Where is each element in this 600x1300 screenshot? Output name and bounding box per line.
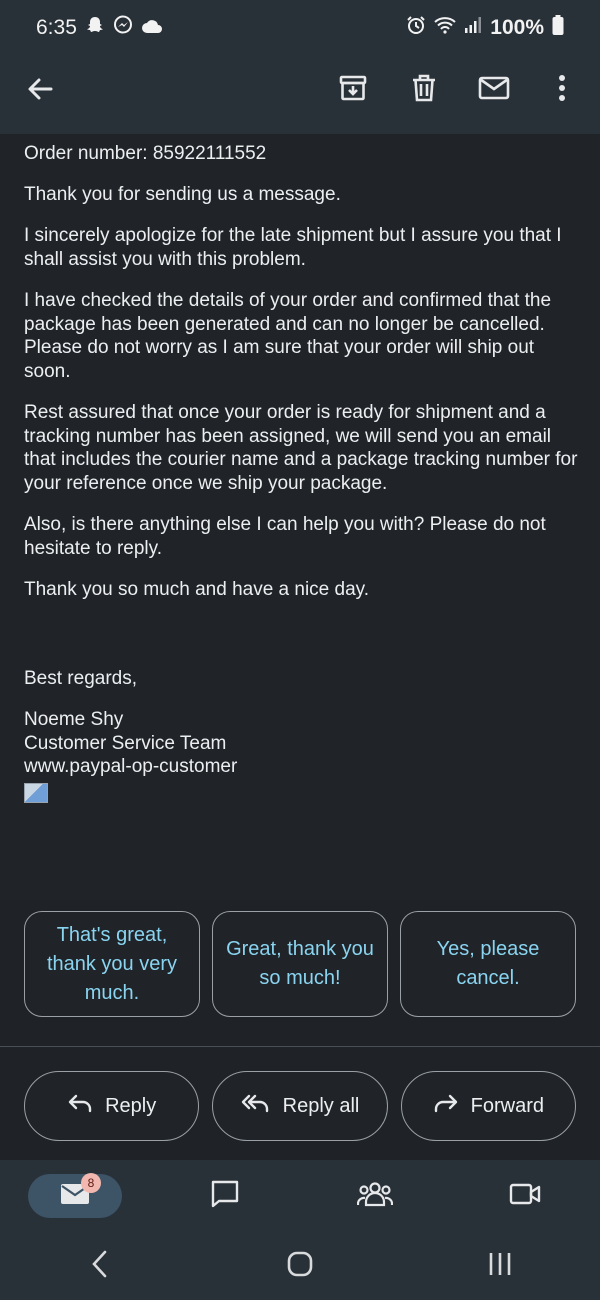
nav-spaces[interactable] — [328, 1174, 422, 1218]
snapchat-icon — [85, 15, 105, 41]
signature: Noeme Shy Customer Service Team www.payp… — [24, 708, 578, 803]
nav-meet[interactable] — [478, 1174, 572, 1218]
reply-icon — [67, 1093, 93, 1119]
broken-image-icon — [24, 782, 48, 803]
archive-icon[interactable] — [336, 71, 370, 105]
reply-all-icon — [241, 1093, 271, 1119]
cloud-icon — [141, 16, 163, 40]
signature-name: Noeme Shy — [24, 709, 124, 730]
email-toolbar — [0, 56, 600, 134]
unread-badge: 8 — [81, 1173, 101, 1193]
signature-link[interactable]: www.paypal-op-customer — [24, 755, 578, 779]
email-body: Order number: 85922111552 Thank you for … — [0, 134, 600, 900]
body-paragraph: I sincerely apologize for the late shipm… — [24, 225, 562, 270]
body-paragraph: Rest assured that once your order is rea… — [24, 402, 578, 494]
home-button[interactable] — [270, 1242, 330, 1290]
body-paragraph: I have checked the details of your order… — [24, 290, 552, 382]
forward-label: Forward — [470, 1094, 544, 1117]
home-icon — [287, 1251, 313, 1282]
smart-reply-chip[interactable]: Great, thank you so much! — [212, 911, 388, 1017]
divider — [0, 1046, 600, 1047]
meet-icon — [509, 1182, 541, 1211]
smart-replies: That's great, thank you very much. Great… — [0, 911, 600, 1017]
clock: 6:35 — [36, 16, 77, 39]
forward-button[interactable]: Forward — [400, 1071, 576, 1141]
spaces-icon — [356, 1181, 394, 1212]
body-paragraph: Thank you for sending us a message. — [24, 183, 341, 205]
smart-reply-chip[interactable]: That's great, thank you very much. — [24, 911, 200, 1017]
status-bar: 6:35 100% — [0, 0, 600, 56]
delete-icon[interactable] — [407, 71, 441, 105]
recents-icon — [487, 1251, 513, 1282]
signal-icon — [464, 16, 482, 40]
order-number: Order number: 85922111552 — [24, 143, 267, 164]
alarm-icon — [406, 15, 426, 41]
back-button[interactable] — [70, 1242, 130, 1290]
reply-all-button[interactable]: Reply all — [212, 1071, 388, 1141]
wifi-icon — [434, 16, 456, 40]
signature-team: Customer Service Team — [24, 732, 227, 754]
smart-reply-chip[interactable]: Yes, please cancel. — [400, 911, 576, 1017]
messenger-icon — [113, 15, 133, 41]
chevron-left-icon — [90, 1249, 110, 1284]
nav-chat[interactable] — [178, 1174, 272, 1218]
nav-mail[interactable]: 8 — [28, 1173, 122, 1218]
battery-icon — [552, 15, 564, 41]
forward-icon — [433, 1093, 459, 1119]
battery-level: 100% — [490, 16, 544, 39]
reply-actions: Reply Reply all Forward — [0, 1071, 600, 1141]
body-paragraph: Thank you so much and have a nice day. — [24, 579, 370, 600]
body-paragraph: Also, is there anything else I can help … — [24, 514, 546, 559]
system-navigation — [0, 1232, 600, 1300]
reply-all-label: Reply all — [282, 1094, 360, 1117]
bottom-navigation: 8 — [0, 1160, 600, 1232]
mark-unread-icon[interactable] — [477, 71, 511, 105]
reply-label: Reply — [105, 1094, 157, 1117]
reply-button[interactable]: Reply — [24, 1071, 200, 1141]
back-arrow-icon[interactable] — [24, 73, 56, 105]
closing: Best regards, — [24, 667, 137, 689]
more-icon[interactable] — [545, 71, 579, 105]
chat-icon — [210, 1179, 240, 1214]
recents-button[interactable] — [470, 1242, 530, 1290]
